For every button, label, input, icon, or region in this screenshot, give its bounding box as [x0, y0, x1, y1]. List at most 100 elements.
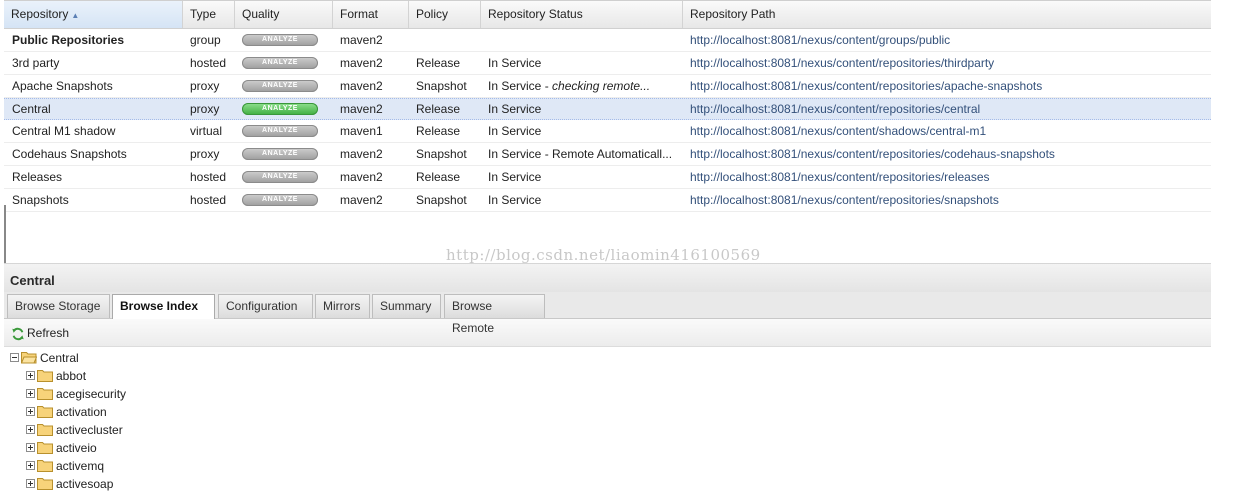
tree-node[interactable]: acegisecurity — [4, 385, 1211, 403]
tab-summary[interactable]: Summary — [372, 294, 441, 318]
tree-node[interactable]: activation — [4, 403, 1211, 421]
repo-policy: Snapshot — [416, 79, 467, 93]
repo-status-prefix: In Service - — [488, 79, 553, 93]
tree-root-node[interactable]: Central — [4, 349, 1211, 367]
column-header-quality[interactable]: Quality — [234, 1, 332, 28]
panel-toolbar: Refresh — [4, 319, 1211, 347]
table-row[interactable]: Central M1 shadow virtual ANALYZE maven1… — [4, 120, 1211, 143]
repo-policy: Release — [416, 170, 461, 184]
refresh-icon — [12, 327, 24, 340]
tab-browse-index[interactable]: Browse Index — [112, 294, 215, 319]
quality-cell: ANALYZE — [234, 52, 332, 74]
repo-format: maven1 — [340, 124, 383, 138]
tree-node-label: activemq — [56, 459, 105, 473]
repo-path-link[interactable]: http://localhost:8081/nexus/content/shad… — [682, 120, 1211, 142]
table-row[interactable]: Public Repositories group ANALYZE maven2… — [4, 29, 1211, 52]
repo-format: maven2 — [340, 170, 383, 184]
repo-format: maven2 — [340, 33, 383, 47]
repo-type: virtual — [190, 124, 223, 138]
analyze-button[interactable]: ANALYZE — [242, 148, 318, 160]
quality-cell: ANALYZE — [234, 29, 332, 51]
repo-type: hosted — [190, 193, 227, 207]
refresh-button[interactable]: Refresh — [11, 326, 69, 340]
tree-node-label: acegisecurity — [56, 387, 127, 401]
analyze-button[interactable]: ANALYZE — [242, 103, 318, 115]
expand-toggle-icon[interactable] — [26, 461, 35, 470]
folder-open-icon — [21, 352, 37, 364]
repo-status: In Service - checking remote... — [480, 75, 682, 97]
quality-cell: ANALYZE — [234, 189, 332, 211]
column-header-status[interactable]: Repository Status — [480, 1, 682, 28]
table-row[interactable]: Apache Snapshots proxy ANALYZE maven2 Sn… — [4, 75, 1211, 98]
repo-status: In Service — [488, 170, 542, 184]
tree-node[interactable]: activesoap — [4, 475, 1211, 493]
analyze-button[interactable]: ANALYZE — [242, 125, 318, 137]
repo-name: Public Repositories — [12, 33, 125, 47]
tree-node[interactable]: activemq — [4, 457, 1211, 475]
refresh-label: Refresh — [27, 326, 70, 340]
quality-cell: ANALYZE — [234, 75, 332, 97]
expand-toggle-icon[interactable] — [26, 371, 35, 380]
grid-header: Repository ▲ Type Quality Format Policy R… — [4, 0, 1211, 29]
tree-node[interactable]: abbot — [4, 367, 1211, 385]
repo-name: Snapshots — [12, 193, 69, 207]
repo-policy: Release — [416, 124, 461, 138]
repo-path-link[interactable]: http://localhost:8081/nexus/content/repo… — [682, 166, 1211, 188]
repo-path-link[interactable]: http://localhost:8081/nexus/content/repo… — [682, 99, 1211, 119]
expand-toggle-icon[interactable] — [26, 443, 35, 452]
repo-name: Releases — [12, 170, 63, 184]
analyze-button[interactable]: ANALYZE — [242, 194, 318, 206]
repo-format: maven2 — [340, 79, 383, 93]
tab-mirrors[interactable]: Mirrors — [315, 294, 370, 318]
column-header-policy[interactable]: Policy — [408, 1, 480, 28]
table-row[interactable]: Releases hosted ANALYZE maven2 Release I… — [4, 166, 1211, 189]
repo-status: In Service — [488, 193, 542, 207]
collapse-toggle-icon[interactable] — [10, 353, 19, 362]
repository-detail-panel: Central Browse Storage Browse Index Conf… — [4, 263, 1211, 491]
analyze-button[interactable]: ANALYZE — [242, 80, 318, 92]
tab-configuration[interactable]: Configuration — [218, 294, 313, 318]
folder-icon — [37, 442, 53, 454]
table-row[interactable]: Codehaus Snapshots proxy ANALYZE maven2 … — [4, 143, 1211, 166]
repo-format: maven2 — [340, 56, 383, 70]
analyze-button[interactable]: ANALYZE — [242, 171, 318, 183]
expand-toggle-icon[interactable] — [26, 479, 35, 488]
analyze-button[interactable]: ANALYZE — [242, 34, 318, 46]
repo-type: proxy — [190, 79, 220, 93]
repo-path-link[interactable]: http://localhost:8081/nexus/content/repo… — [682, 52, 1211, 74]
repo-path-link[interactable]: http://localhost:8081/nexus/content/repo… — [682, 75, 1211, 97]
quality-cell: ANALYZE — [234, 166, 332, 188]
expand-toggle-icon[interactable] — [26, 407, 35, 416]
sort-ascending-icon: ▲ — [71, 11, 80, 20]
table-row[interactable]: Snapshots hosted ANALYZE maven2 Snapshot… — [4, 189, 1211, 212]
tab-browse-storage[interactable]: Browse Storage — [7, 294, 110, 318]
column-header-repository[interactable]: Repository ▲ — [4, 1, 182, 28]
expand-toggle-icon[interactable] — [26, 425, 35, 434]
tab-browse-remote[interactable]: Browse Remote — [444, 294, 545, 335]
column-header-format[interactable]: Format — [332, 1, 408, 28]
column-header-type[interactable]: Type — [182, 1, 234, 28]
table-row[interactable]: 3rd party hosted ANALYZE maven2 Release … — [4, 52, 1211, 75]
repo-path-link[interactable]: http://localhost:8081/nexus/content/repo… — [682, 143, 1211, 165]
repo-name: Central M1 shadow — [12, 124, 116, 138]
tree-node[interactable]: activeio — [4, 439, 1211, 457]
quality-cell: ANALYZE — [234, 99, 332, 119]
repo-policy: Snapshot — [416, 193, 467, 207]
repo-type: hosted — [190, 170, 227, 184]
analyze-button[interactable]: ANALYZE — [242, 57, 318, 69]
repo-policy — [408, 29, 480, 51]
index-tree: Central abbot acegisecurity activation a — [4, 347, 1211, 493]
quality-cell: ANALYZE — [234, 143, 332, 165]
repo-status: In Service — [488, 56, 542, 70]
repo-path-link[interactable]: http://localhost:8081/nexus/content/grou… — [682, 29, 1211, 51]
repo-policy: Release — [416, 56, 461, 70]
expand-toggle-icon[interactable] — [26, 389, 35, 398]
repo-type: group — [190, 33, 221, 47]
table-row-selected[interactable]: Central proxy ANALYZE maven2 Release In … — [4, 98, 1211, 120]
repo-status-detail: checking remote... — [552, 79, 651, 93]
repo-path-link[interactable]: http://localhost:8081/nexus/content/repo… — [682, 189, 1211, 211]
folder-icon — [37, 424, 53, 436]
tree-node[interactable]: activecluster — [4, 421, 1211, 439]
column-header-path[interactable]: Repository Path — [682, 1, 1211, 28]
repo-status: In Service - Remote Automaticall... — [488, 147, 673, 161]
